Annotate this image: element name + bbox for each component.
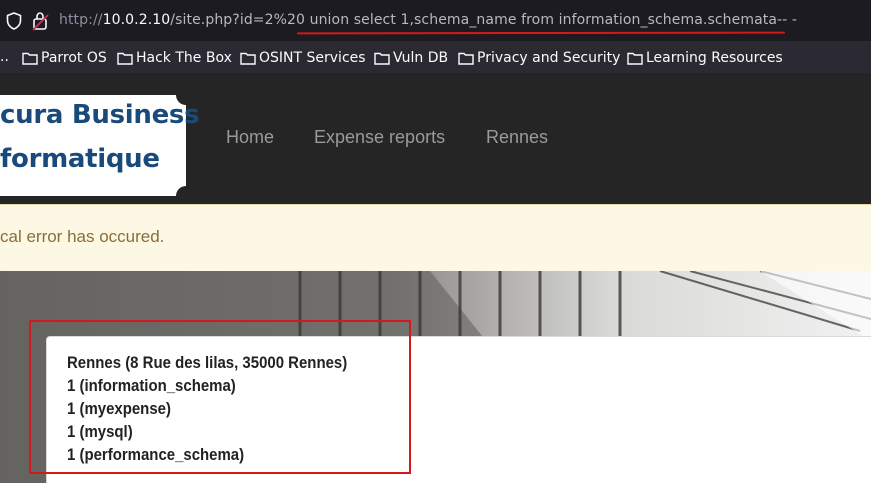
bookmark-label: OSINT Services (259, 50, 366, 66)
insecure-lock-icon[interactable] (32, 11, 49, 31)
alert-text: cal error has occured. (0, 227, 165, 246)
url-path: /site.php?id=2%20 union select 1,schema_… (170, 12, 798, 28)
folder-icon (240, 52, 256, 65)
nav-home[interactable]: Home (226, 127, 274, 148)
error-alert: cal error has occured. (0, 204, 871, 271)
bookmark-learning-resources[interactable]: Learning Resources (627, 49, 783, 67)
logo-line-2: formatique (0, 144, 160, 174)
bookmark-overflow[interactable]: .. (0, 49, 9, 65)
bookmark-hack-the-box[interactable]: Hack The Box (117, 49, 232, 67)
bookmarks-bar: .. Parrot OS Hack The Box OSINT Services… (0, 41, 871, 73)
folder-icon (22, 52, 38, 65)
bookmark-label: Privacy and Security (477, 50, 621, 66)
nav-rennes[interactable]: Rennes (486, 127, 548, 148)
red-annotation-box (29, 320, 411, 474)
shield-icon[interactable] (6, 12, 22, 30)
url-underline-annotation (296, 31, 786, 35)
bookmark-parrot-os[interactable]: Parrot OS (22, 49, 107, 67)
bookmark-label: Vuln DB (393, 50, 449, 66)
url-host: 10.0.2.10 (102, 12, 171, 28)
bookmark-osint-services[interactable]: OSINT Services (240, 49, 366, 67)
bookmark-label: Hack The Box (136, 50, 232, 66)
bookmark-label: Learning Resources (646, 50, 783, 66)
browser-urlbar[interactable]: http://10.0.2.10/site.php?id=2%20 union … (0, 0, 871, 41)
bookmark-label: Parrot OS (41, 50, 107, 66)
logo-line-1: cura Business (0, 100, 200, 130)
bookmark-vuln-db[interactable]: Vuln DB (374, 49, 448, 67)
url-text[interactable]: http://10.0.2.10/site.php?id=2%20 union … (59, 12, 797, 28)
site-logo[interactable]: cura Business formatique (0, 95, 200, 196)
nav-expense-reports[interactable]: Expense reports (314, 127, 445, 148)
bookmark-privacy-security[interactable]: Privacy and Security (458, 49, 620, 67)
folder-icon (458, 52, 474, 65)
site-header: cura Business formatique Home Expense re… (0, 73, 871, 204)
folder-icon (117, 52, 133, 65)
url-prefix: http:// (59, 12, 103, 28)
folder-icon (374, 52, 390, 65)
folder-icon (627, 52, 643, 65)
